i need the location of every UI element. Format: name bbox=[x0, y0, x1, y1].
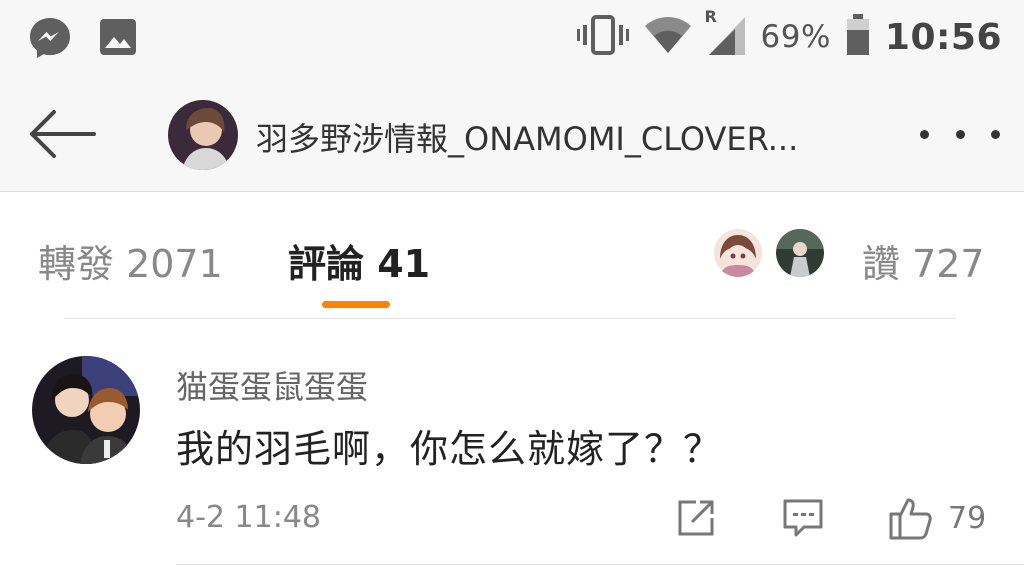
messenger-icon bbox=[28, 16, 72, 64]
like-button[interactable]: 79 bbox=[888, 496, 986, 540]
status-bar: R 69% 10:56 bbox=[0, 0, 1024, 78]
account-avatar[interactable] bbox=[168, 100, 238, 170]
commenter-avatar[interactable] bbox=[32, 356, 140, 464]
vibrate-icon bbox=[576, 13, 629, 61]
reply-button[interactable] bbox=[782, 496, 824, 540]
back-button[interactable] bbox=[24, 104, 98, 164]
liker-avatar[interactable] bbox=[714, 229, 762, 277]
arrow-left-icon bbox=[30, 110, 96, 158]
signal-icon: R bbox=[705, 7, 747, 61]
clock: 10:56 bbox=[884, 16, 1002, 58]
comment-divider bbox=[176, 564, 1024, 565]
header-bar: 羽多野涉情報_ONAMOMI_CLOVER... bbox=[0, 78, 1024, 192]
tab-reposts[interactable]: 轉發 2071 bbox=[38, 233, 223, 288]
tab-bar: 轉發 2071 評論 41 讚 727 bbox=[0, 193, 1024, 319]
battery-percent: 69% bbox=[760, 19, 831, 55]
battery-icon bbox=[845, 13, 871, 61]
thumbs-up-icon bbox=[889, 498, 932, 540]
tab-divider bbox=[64, 318, 956, 319]
tab-comments[interactable]: 評論 41 bbox=[288, 233, 430, 288]
page-title: 羽多野涉情報_ONAMOMI_CLOVER... bbox=[256, 120, 799, 158]
roaming-label: R bbox=[704, 7, 717, 26]
comment-timestamp: 4-2 11:48 bbox=[176, 500, 321, 535]
more-dots-icon bbox=[920, 129, 929, 139]
share-icon bbox=[678, 500, 714, 536]
like-count: 79 bbox=[948, 500, 987, 536]
comment-text: 我的羽毛啊，你怎么就嫁了？？ bbox=[176, 427, 723, 471]
share-button[interactable] bbox=[676, 496, 716, 540]
liker-avatar[interactable] bbox=[776, 229, 824, 277]
comment-item: 猫蛋蛋鼠蛋蛋 我的羽毛啊，你怎么就嫁了？？ 4-2 11:48 79 bbox=[0, 330, 1024, 566]
wifi-icon bbox=[643, 13, 693, 61]
more-dots-icon bbox=[991, 129, 1000, 139]
more-dots-icon bbox=[955, 129, 965, 139]
status-right-group: R 69% 10:56 bbox=[576, 7, 1003, 62]
tab-likes[interactable]: 讚 727 bbox=[862, 233, 985, 288]
active-tab-indicator bbox=[322, 301, 390, 308]
image-icon bbox=[98, 17, 138, 61]
commenter-username[interactable]: 猫蛋蛋鼠蛋蛋 bbox=[176, 362, 368, 408]
more-options-button[interactable] bbox=[920, 116, 1000, 152]
reply-icon bbox=[783, 499, 823, 537]
